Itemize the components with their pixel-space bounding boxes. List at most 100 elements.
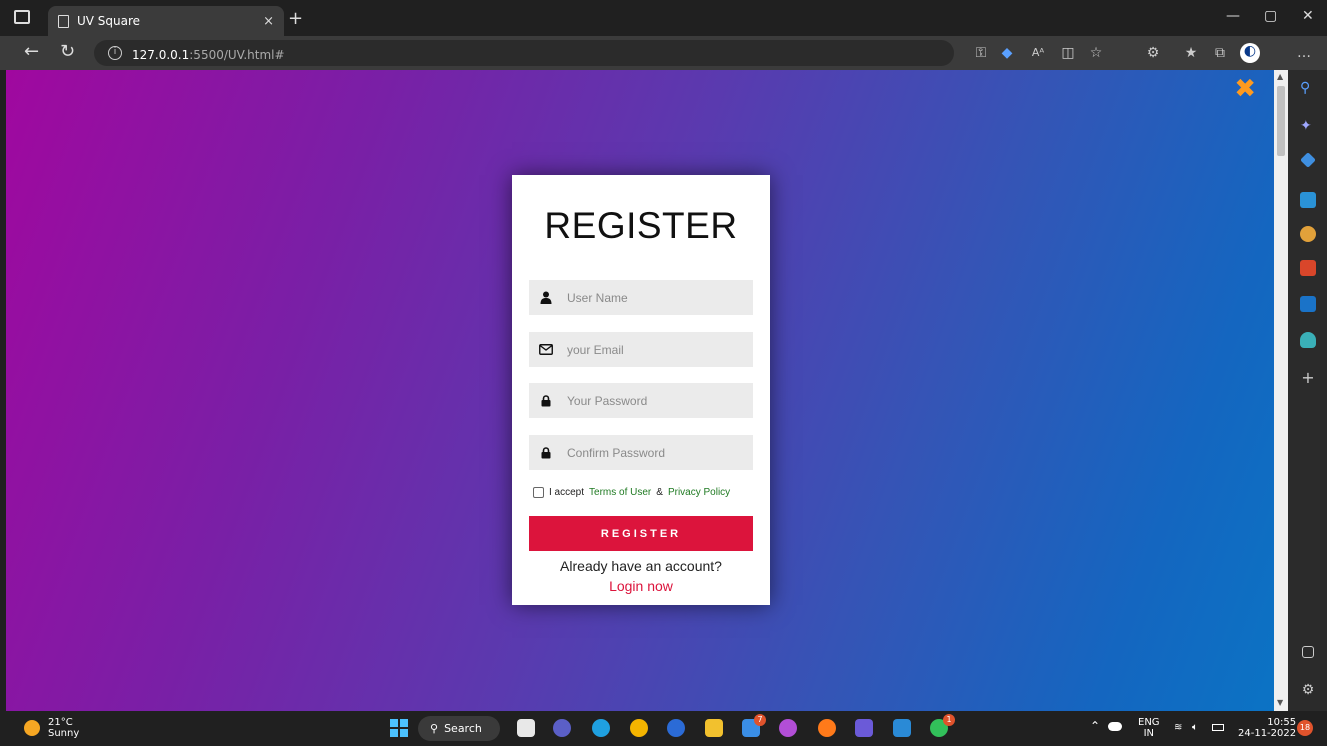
password-field[interactable] [529, 383, 753, 418]
tab-strip: UV Square × + — ▢ ✕ [0, 0, 1327, 36]
confirm-password-field[interactable] [529, 435, 753, 470]
tools-icon[interactable] [1300, 192, 1316, 208]
wordpad-icon[interactable] [667, 719, 685, 737]
add-icon[interactable]: + [1300, 370, 1316, 386]
volume-icon[interactable]: 🔈︎ [1192, 722, 1198, 733]
site-info-icon[interactable]: i [108, 46, 122, 60]
outlook-icon[interactable] [1300, 296, 1316, 312]
favorites-icon[interactable]: ★ [1183, 45, 1199, 61]
address-toolbar: ← ↻ i 127.0.0.1:5500/UV.html# ⚿ ◆ Aᴬ ◫ ☆… [0, 36, 1327, 70]
lang-top: ENG [1138, 717, 1160, 728]
email-field[interactable] [529, 332, 753, 367]
page-viewport: ✖ REGISTER User Name your Email I accept… [6, 70, 1274, 711]
privacy-link[interactable]: Privacy Policy [668, 487, 730, 498]
close-icon[interactable]: ✖ [1234, 74, 1256, 104]
drop-icon[interactable] [1300, 332, 1316, 348]
taskbar: 21°C Sunny ⚲ Search 7 1 ⌃ ENG IN ≋ 🔈︎ 10… [0, 711, 1327, 746]
close-window-button[interactable]: ✕ [1302, 8, 1314, 24]
terms-row: I accept Terms of User & Privacy Policy [533, 487, 730, 498]
envelope-icon [539, 343, 553, 357]
extensions-icon[interactable]: ⚙ [1145, 45, 1161, 61]
favorite-add-icon[interactable]: ☆ [1088, 45, 1104, 61]
terms-checkbox[interactable] [533, 487, 544, 498]
notification-badge[interactable]: 18 [1297, 720, 1313, 736]
weather-condition: Sunny [48, 728, 80, 739]
sidebar-toggle-icon[interactable] [1302, 646, 1314, 658]
register-card: REGISTER I accept [512, 175, 770, 605]
lang-bottom: IN [1143, 728, 1154, 739]
tab-actions-icon[interactable] [14, 10, 30, 24]
search-icon: ⚲ [430, 722, 439, 735]
tray-chevron-icon[interactable]: ⌃ [1090, 720, 1100, 732]
page-scrollbar[interactable]: ▲ ▼ [1274, 70, 1288, 711]
weather-widget[interactable]: 21°C Sunny [24, 717, 79, 739]
email-input[interactable] [567, 342, 737, 357]
edge-sidebar: ⚲ ✦ + ⚙ [1288, 70, 1327, 711]
url-host: 127.0.0.1 [132, 47, 190, 62]
file-explorer-icon[interactable] [705, 719, 723, 737]
edge-icon[interactable] [592, 719, 610, 737]
firefox-icon[interactable] [818, 719, 836, 737]
language-indicator[interactable]: ENG IN [1138, 717, 1160, 739]
scroll-up-icon[interactable]: ▲ [1277, 72, 1283, 81]
key-icon[interactable]: ⚿ [973, 45, 989, 61]
split-screen-icon[interactable]: ◫ [1060, 45, 1076, 61]
new-tab-button[interactable]: + [288, 8, 303, 29]
password-input[interactable] [567, 393, 737, 408]
settings-icon[interactable]: ⚙ [1300, 682, 1316, 698]
lock-icon [539, 446, 553, 460]
vscode-icon[interactable] [893, 719, 911, 737]
teams-icon[interactable] [855, 719, 873, 737]
shopping-icon[interactable] [1300, 152, 1316, 168]
minimize-button[interactable]: — [1226, 8, 1240, 24]
login-link[interactable]: Login now [512, 578, 770, 594]
tag-icon[interactable]: ◆ [999, 45, 1015, 61]
tab-title: UV Square [77, 14, 141, 28]
address-bar[interactable]: i 127.0.0.1:5500/UV.html# [94, 40, 954, 66]
weather-temp: 21°C [48, 717, 73, 728]
search-icon[interactable]: ⚲ [1300, 80, 1316, 96]
more-icon[interactable]: … [1296, 45, 1312, 61]
restore-button[interactable]: ▢ [1264, 8, 1277, 24]
refresh-button[interactable]: ↻ [60, 41, 75, 62]
read-aloud-icon[interactable]: Aᴬ [1030, 45, 1046, 61]
already-account-text: Already have an account? [560, 558, 722, 574]
clock[interactable]: 10:55 24-11-2022 [1238, 717, 1296, 739]
games-icon[interactable] [1300, 226, 1316, 242]
terms-link[interactable]: Terms of User [589, 487, 651, 498]
onedrive-icon[interactable] [1108, 722, 1122, 731]
taskbar-search[interactable]: ⚲ Search [418, 716, 500, 741]
user-icon [539, 291, 553, 305]
mail-badge: 7 [754, 714, 766, 726]
username-input[interactable] [567, 290, 737, 305]
register-button[interactable]: REGISTER [529, 516, 753, 551]
collections-icon[interactable]: ⧉ [1212, 45, 1228, 61]
wifi-icon[interactable]: ≋ [1174, 722, 1182, 733]
browser-tab[interactable]: UV Square × [48, 6, 284, 36]
sun-icon [24, 720, 40, 736]
whatsapp-badge: 1 [943, 714, 955, 726]
meet-icon[interactable] [553, 719, 571, 737]
scroll-down-icon[interactable]: ▼ [1277, 698, 1283, 707]
terms-ampersand: & [656, 487, 663, 498]
game-icon[interactable] [779, 719, 797, 737]
terms-prefix: I accept [549, 487, 585, 498]
clock-time: 10:55 [1267, 717, 1297, 728]
scroll-thumb[interactable] [1277, 86, 1285, 156]
start-button[interactable] [390, 719, 408, 737]
copilot-icon[interactable]: ✦ [1300, 118, 1316, 134]
battery-icon[interactable] [1212, 724, 1224, 731]
url-path: :5500/UV.html# [189, 47, 285, 62]
search-label: Search [444, 722, 482, 735]
tab-close-icon[interactable]: × [263, 14, 274, 29]
office-icon[interactable] [1300, 260, 1316, 276]
chrome-icon[interactable] [630, 719, 648, 737]
profile-icon[interactable]: ◐ [1240, 43, 1260, 63]
confirm-password-input[interactable] [567, 445, 737, 460]
task-view-icon[interactable] [517, 719, 535, 737]
username-field[interactable] [529, 280, 753, 315]
clock-date: 24-11-2022 [1238, 728, 1297, 739]
form-title: REGISTER [544, 205, 738, 246]
back-button[interactable]: ← [24, 41, 39, 62]
lock-icon [539, 394, 553, 408]
